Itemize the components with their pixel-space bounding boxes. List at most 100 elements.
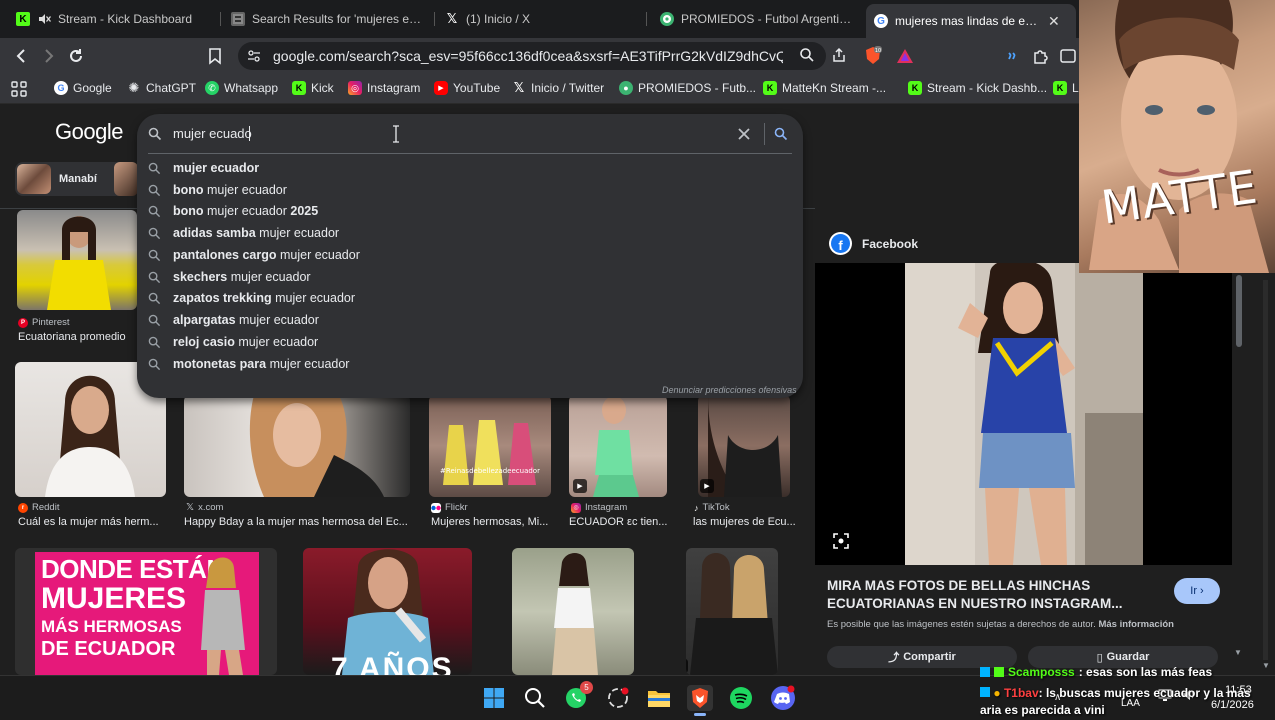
more-info-link[interactable]: Más información xyxy=(1098,619,1174,630)
brave-rewards-icon[interactable] xyxy=(896,48,914,64)
bookmark-icon[interactable] xyxy=(207,47,223,65)
suggestion-item[interactable]: skechers mujer ecuador xyxy=(148,267,311,287)
bookmark-icon: ▯ xyxy=(1096,651,1103,664)
suggestion-bold: 2025 xyxy=(290,204,319,218)
mute-icon[interactable] xyxy=(37,12,51,26)
forward-icon[interactable] xyxy=(40,47,58,65)
suggestion-text: reloj casio mujer ecuador xyxy=(173,335,318,349)
tab-title: Stream - Kick Dashboard xyxy=(58,12,193,26)
page-scroll-down-icon[interactable]: ▼ xyxy=(1262,661,1270,670)
result-caption[interactable]: Happy Bday a la mujer mas hermosa del Ec… xyxy=(184,516,410,528)
tab-search-results[interactable]: Search Results for 'mujeres ecuad xyxy=(223,6,430,32)
result-image[interactable] xyxy=(17,210,137,310)
clear-icon[interactable] xyxy=(737,127,751,141)
bookmark-label: Instagram xyxy=(367,81,421,95)
result-image[interactable]: ▶ xyxy=(698,395,790,497)
extension-icon[interactable] xyxy=(1004,48,1020,64)
report-predictions-link[interactable]: Denunciar predicciones ofensivas xyxy=(662,385,797,395)
chat-message: Scamposss : esas son las más feas xyxy=(980,665,1212,679)
bookmark-whatsapp[interactable]: ✆ Whatsapp xyxy=(205,81,278,95)
result-image[interactable] xyxy=(184,395,410,497)
result-caption[interactable]: Cuál es la mujer más herm... xyxy=(18,516,163,528)
result-image[interactable]: 7 AÑOS xyxy=(303,548,472,675)
bookmark-label: ChatGPT xyxy=(146,81,197,95)
filter-chip[interactable]: Manabí xyxy=(15,162,130,196)
bookmark-label: MatteKn Stream -... xyxy=(782,81,887,95)
discord-icon[interactable] xyxy=(770,685,796,711)
bookmark-promiedos[interactable]: ● PROMIEDOS - Futb... xyxy=(619,81,756,95)
whatsapp-icon[interactable]: 5 xyxy=(563,681,593,711)
tab-google-search[interactable]: G mujeres mas lindas de ecuad ✕ xyxy=(866,4,1076,38)
bookmark-twitter[interactable]: 𝕏 Inicio / Twitter xyxy=(512,80,604,95)
tab-x-inicio[interactable]: 𝕏 (1) Inicio / X xyxy=(437,6,642,32)
site-settings-icon[interactable] xyxy=(247,49,261,63)
sidebar-icon[interactable] xyxy=(1060,48,1076,64)
bookmark-instagram[interactable]: ◎ Instagram xyxy=(348,81,420,95)
brave-shields-icon[interactable]: 10 xyxy=(864,46,882,66)
suggestion-item[interactable]: motonetas para mujer ecuador xyxy=(148,354,349,374)
brave-browser-icon[interactable] xyxy=(687,685,713,711)
zoom-icon[interactable] xyxy=(799,47,815,63)
apps-grid-icon[interactable] xyxy=(11,81,27,97)
reload-icon[interactable] xyxy=(67,47,85,65)
page-scrollbar-track[interactable] xyxy=(1263,280,1268,660)
bookmark-matteknstream[interactable]: K MatteKn Stream -... xyxy=(763,81,886,95)
file-explorer-icon[interactable] xyxy=(646,685,672,711)
watermark-text: #Reinasdebellezadeecuador xyxy=(440,467,540,475)
suggestion-item[interactable]: bono mujer ecuador xyxy=(148,180,287,200)
chatgpt-icon: ✺ xyxy=(128,80,140,95)
bookmark-more[interactable]: KL xyxy=(1053,81,1079,95)
google-logo[interactable]: Google xyxy=(55,119,123,145)
bookmark-chatgpt[interactable]: ✺ ChatGPT xyxy=(127,80,197,95)
result-image[interactable]: ▶ xyxy=(686,548,778,675)
share-icon[interactable] xyxy=(831,47,847,63)
windows-start-icon[interactable] xyxy=(481,685,507,711)
suggestion-item[interactable]: pantalones cargo mujer ecuador xyxy=(148,245,360,265)
suggestion-item[interactable]: mujer ecuador xyxy=(148,158,259,178)
suggestion-bold: zapatos trekking xyxy=(173,291,272,305)
bookmark-google[interactable]: G Google xyxy=(54,81,112,95)
suggestion-item[interactable]: zapatos trekking mujer ecuador xyxy=(148,288,355,308)
result-caption[interactable]: las mujeres de Ecu... xyxy=(693,516,798,528)
go-button[interactable]: Ir › xyxy=(1174,578,1220,604)
tab-promiedos[interactable]: PROMIEDOS - Futbol Argentino - xyxy=(652,6,862,32)
suggestion-bold: alpargatas xyxy=(173,313,236,327)
visual-search-icon[interactable] xyxy=(833,533,849,549)
result-caption[interactable]: Mujeres hermosas, Mi... xyxy=(431,516,551,528)
result-image[interactable]: #Reinasdebellezadeecuador xyxy=(429,395,551,497)
search-input[interactable]: mujer ecuado xyxy=(173,126,252,141)
suggestion-text: bono mujer ecuador xyxy=(173,183,287,197)
suggestion-item[interactable]: adidas samba mujer ecuador xyxy=(148,223,339,243)
suggestion-item[interactable]: alpargatas mujer ecuador xyxy=(148,310,319,330)
search-icon[interactable] xyxy=(522,685,548,711)
preview-source[interactable]: Facebook xyxy=(862,237,918,251)
suggestion-normal: mujer ecuador xyxy=(234,335,319,349)
spotify-icon[interactable] xyxy=(728,685,754,711)
result-image[interactable]: DONDE ESTÁN MUJERES MÁS HERMOSAS DE ECUA… xyxy=(15,548,277,675)
scroll-down-icon[interactable]: ▼ xyxy=(1234,648,1242,657)
chatgpt-icon[interactable] xyxy=(605,685,631,711)
panel-scrollbar[interactable] xyxy=(1236,275,1242,347)
result-caption[interactable]: ECUADOR εc tien... xyxy=(569,516,669,528)
search-submit-icon[interactable] xyxy=(774,127,788,141)
bookmark-kick[interactable]: K Kick xyxy=(292,81,334,95)
result-caption[interactable]: Ecuatoriana promedio xyxy=(18,331,138,343)
suggestion-item[interactable]: reloj casio mujer ecuador xyxy=(148,332,318,352)
bookmark-youtube[interactable]: ▶ YouTube xyxy=(434,81,500,95)
chip-thumbnail[interactable] xyxy=(114,162,138,196)
result-image[interactable] xyxy=(512,548,634,675)
suggestion-item[interactable]: bono mujer ecuador 2025 xyxy=(148,201,318,221)
puzzle-icon[interactable] xyxy=(1032,47,1050,65)
chevron-right-icon: › xyxy=(1200,585,1204,597)
result-image[interactable]: ▶ xyxy=(569,395,667,497)
bookmark-kick-dashboard[interactable]: K Stream - Kick Dashb... xyxy=(908,81,1047,95)
preview-title[interactable]: MIRA MAS FOTOS DE BELLAS HINCHAS ECUATOR… xyxy=(827,577,1167,613)
instagram-icon: ◎ xyxy=(348,81,362,95)
back-icon[interactable] xyxy=(12,47,30,65)
close-tab-icon[interactable]: ✕ xyxy=(1048,13,1060,30)
tab-kick-dashboard[interactable]: K Stream - Kick Dashboard xyxy=(8,6,216,32)
whatsapp-icon: ✆ xyxy=(205,81,219,95)
kick-icon: K xyxy=(16,12,30,26)
copyright-note: Es posible que las imágenes estén sujeta… xyxy=(827,619,1174,630)
preview-image[interactable] xyxy=(815,263,1232,565)
